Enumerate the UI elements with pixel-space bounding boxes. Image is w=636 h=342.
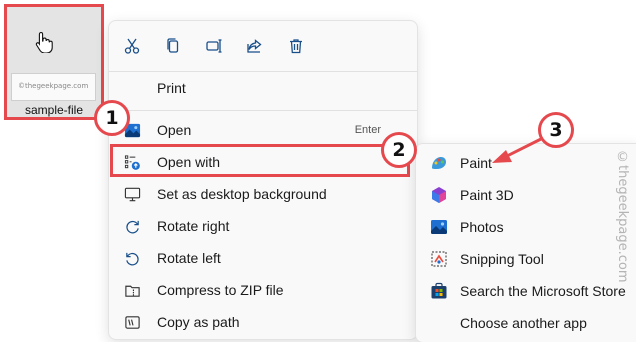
desktop-background-icon xyxy=(121,183,143,205)
menu-item-label: Set as desktop background xyxy=(157,186,327,202)
menu-item-print[interactable]: Print xyxy=(117,73,409,103)
paint3d-icon xyxy=(432,187,446,203)
rotate-right-icon xyxy=(121,215,143,237)
context-menu-toolbar xyxy=(121,35,307,57)
menu-item-label: Rotate right xyxy=(157,218,230,234)
store-icon xyxy=(431,282,447,299)
menu-item-rotate-right[interactable]: Rotate right xyxy=(117,211,409,241)
menu-item-label: Print xyxy=(157,80,186,96)
copy-path-icon xyxy=(121,311,143,333)
submenu-item-search-store[interactable]: Search the Microsoft Store xyxy=(424,276,631,306)
shortcut-hint: Enter xyxy=(354,124,381,136)
rename-icon[interactable] xyxy=(203,35,225,57)
menu-item-rotate-left[interactable]: Rotate left xyxy=(117,243,409,273)
open-with-highlight xyxy=(110,144,410,177)
menu-item-label: Copy as path xyxy=(157,314,240,330)
callout-badge-3: 3 xyxy=(538,112,574,148)
submenu-item-paint-3d[interactable]: Paint 3D xyxy=(424,180,631,210)
zip-icon xyxy=(121,279,143,301)
menu-item-compress-zip[interactable]: Compress to ZIP file xyxy=(117,275,409,305)
print-slot xyxy=(121,77,143,99)
submenu-item-label: Snipping Tool xyxy=(460,251,544,267)
callout-badge-2: 2 xyxy=(381,132,417,168)
submenu-item-choose-another-app[interactable]: Choose another app xyxy=(424,308,631,338)
context-menu: Print Open Enter Open with › xyxy=(108,20,418,340)
submenu-item-label: Paint xyxy=(460,155,492,171)
menu-separator xyxy=(109,71,417,72)
empty-icon-slot xyxy=(430,314,448,332)
callout-badge-1: 1 xyxy=(94,100,130,136)
copy-icon[interactable] xyxy=(162,35,184,57)
menu-separator xyxy=(109,110,417,111)
menu-item-set-desktop-background[interactable]: Set as desktop background xyxy=(117,179,409,209)
photos-icon xyxy=(431,220,447,234)
open-with-submenu: Paint Paint 3D Photos Snipping Tool Sear… xyxy=(415,143,636,342)
menu-item-copy-as-path[interactable]: Copy as path xyxy=(117,307,409,337)
file-tile[interactable]: ©thegeekpage.com sample-file xyxy=(4,4,104,120)
hand-cursor-icon xyxy=(35,31,53,58)
snipping-tool-icon xyxy=(431,251,447,267)
submenu-item-label: Photos xyxy=(460,219,504,235)
submenu-item-photos[interactable]: Photos xyxy=(424,212,631,242)
menu-item-label: Open xyxy=(157,122,192,138)
submenu-item-snipping-tool[interactable]: Snipping Tool xyxy=(424,244,631,274)
share-icon[interactable] xyxy=(244,35,266,57)
menu-item-label: Rotate left xyxy=(157,250,221,266)
paint-icon xyxy=(432,157,446,169)
cut-icon[interactable] xyxy=(121,35,143,57)
submenu-item-label: Search the Microsoft Store xyxy=(460,283,626,299)
submenu-item-label: Choose another app xyxy=(460,315,587,331)
menu-item-open[interactable]: Open Enter xyxy=(117,115,409,145)
submenu-item-label: Paint 3D xyxy=(460,187,514,203)
watermark: ©thegeekpage.com xyxy=(615,150,630,283)
menu-item-label: Compress to ZIP file xyxy=(157,282,284,298)
file-name-label: sample-file xyxy=(24,103,84,117)
file-thumbnail: ©thegeekpage.com xyxy=(11,73,96,101)
submenu-item-paint[interactable]: Paint xyxy=(424,148,631,178)
delete-icon[interactable] xyxy=(285,35,307,57)
rotate-left-icon xyxy=(121,247,143,269)
